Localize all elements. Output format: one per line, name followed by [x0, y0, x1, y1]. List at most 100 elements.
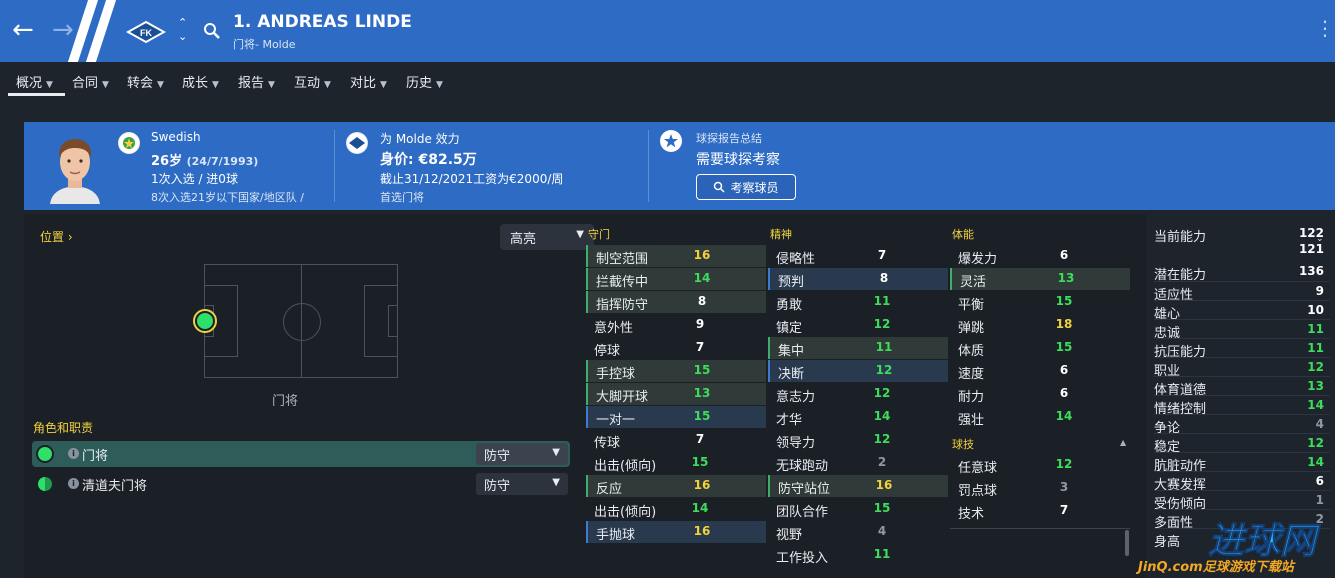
attribute-row[interactable]: 工作投入 11 — [768, 544, 948, 566]
back-arrow-icon[interactable]: ← — [12, 14, 34, 46]
attribute-row[interactable]: 制空范围 16 — [586, 245, 766, 267]
tab-overview[interactable]: 概况 ▼ — [16, 72, 53, 91]
attribute-value: 14 — [873, 409, 891, 423]
position-link[interactable]: 位置 › — [40, 228, 73, 245]
attribute-name: 大脚开球 — [596, 390, 649, 405]
attribute-value: 15 — [873, 501, 891, 515]
attribute-row[interactable]: 手控球 15 — [586, 360, 766, 382]
attribute-name: 灵活 — [960, 275, 987, 290]
attribute-row[interactable]: 意志力 12 — [768, 383, 948, 405]
attribute-row[interactable]: 集中 11 — [768, 337, 948, 359]
attribute-name: 出击(倾向) — [594, 459, 657, 474]
attribute-row[interactable]: 侵略性 7 — [768, 245, 948, 267]
attribute-row[interactable]: 耐力 6 — [950, 383, 1130, 405]
highlight-dropdown[interactable]: 高亮 ▼ — [500, 224, 594, 250]
plays-for-text: 为 Molde 效力 — [380, 132, 460, 146]
side-stat-row: 121 — [1154, 240, 1330, 259]
attribute-row[interactable]: 爆发力 6 — [950, 245, 1130, 267]
tab-history[interactable]: 历史 ▼ — [406, 72, 443, 91]
duty-dropdown[interactable]: 防守 ▼ — [476, 473, 568, 495]
search-icon[interactable] — [203, 22, 221, 40]
attribute-row[interactable]: 强壮 14 — [950, 406, 1130, 428]
pitch-role-label: 门将 — [272, 394, 299, 409]
attribute-name: 爆发力 — [958, 252, 998, 267]
mental-title: 精神 — [770, 228, 792, 241]
attribute-row[interactable]: 决断 12 — [768, 360, 948, 382]
duty-dropdown[interactable]: 防守 ▼ — [476, 443, 568, 465]
attribute-row[interactable]: 传球 7 — [586, 429, 766, 451]
player-avatar — [44, 130, 106, 204]
attribute-row[interactable]: 无球跑动 2 — [768, 452, 948, 474]
tab-contract[interactable]: 合同 ▼ — [72, 72, 109, 91]
attribute-row[interactable]: 手抛球 16 — [586, 521, 766, 543]
attribute-row[interactable]: 罚点球 3 — [950, 477, 1130, 499]
attribute-name: 防守站位 — [778, 482, 831, 497]
tab-development[interactable]: 成长 ▼ — [182, 72, 219, 91]
pitch-center-circle — [283, 303, 321, 341]
more-icon[interactable]: ⋮ — [1315, 16, 1335, 40]
forward-arrow-icon[interactable]: → — [52, 14, 74, 46]
side-stat-value: 136 — [1298, 264, 1324, 278]
position-marker[interactable] — [193, 309, 217, 333]
role-row-sweeper-keeper[interactable]: i 清道夫门将 防守 ▼ — [32, 471, 570, 497]
role-row-goalkeeper[interactable]: i 门将 防守 ▼ — [32, 441, 570, 467]
attribute-value: 15 — [693, 363, 711, 377]
attribute-name: 集中 — [778, 344, 805, 359]
pitch-diagram — [193, 264, 398, 378]
attribute-row[interactable]: 镇定 12 — [768, 314, 948, 336]
attribute-row[interactable]: 防守站位 16 — [768, 475, 948, 497]
role-name: 门将 — [82, 449, 109, 464]
attribute-row[interactable]: 出击(倾向) 14 — [586, 498, 766, 520]
club-logo-icon[interactable]: FK — [126, 20, 166, 44]
attribute-row[interactable]: 拦截传中 14 — [586, 268, 766, 290]
tab-compare[interactable]: 对比 ▼ — [350, 72, 387, 91]
attribute-value: 15 — [1055, 340, 1073, 354]
tab-transfer[interactable]: 转会 ▼ — [127, 72, 164, 91]
attribute-name: 弹跳 — [958, 321, 985, 336]
attribute-row[interactable]: 停球 7 — [586, 337, 766, 359]
attribute-row[interactable]: 反应 16 — [586, 475, 766, 497]
side-stat-row: 肮脏动作 14 — [1154, 452, 1330, 474]
side-stat-row: 抗压能力 11 — [1154, 338, 1330, 360]
attribute-value: 7 — [695, 432, 705, 446]
player-info-card: Swedish 26岁 (24/7/1993) 1次入选 / 进0球 8次入选2… — [24, 122, 1335, 210]
scrollbar-thumb[interactable] — [1125, 530, 1129, 556]
tab-interaction[interactable]: 互动 ▼ — [294, 72, 331, 91]
attribute-row[interactable]: 才华 14 — [768, 406, 948, 428]
chevron-down-icon[interactable]: ⌄ — [1316, 234, 1324, 244]
card-divider — [648, 130, 649, 202]
attribute-value: 7 — [1059, 503, 1069, 517]
info-icon[interactable]: i — [68, 448, 79, 459]
player-switch-arrows-icon[interactable]: ⌃ ⌄ — [178, 16, 187, 44]
attribute-row[interactable]: 领导力 12 — [768, 429, 948, 451]
attribute-row[interactable]: 平衡 15 — [950, 291, 1130, 313]
side-stat-value: 1 — [1315, 493, 1324, 507]
attribute-row[interactable]: 勇敢 11 — [768, 291, 948, 313]
attribute-row[interactable]: 预判 8 — [768, 268, 948, 290]
tab-reports[interactable]: 报告 ▼ — [238, 72, 275, 91]
attribute-row[interactable]: 指挥防守 8 — [586, 291, 766, 313]
attribute-row[interactable]: 体质 15 — [950, 337, 1130, 359]
collapse-arrow-icon[interactable]: ▲ — [1120, 438, 1126, 447]
attribute-row[interactable]: 灵活 13 — [950, 268, 1130, 290]
attribute-row[interactable]: 团队合作 15 — [768, 498, 948, 520]
youth-caps-text: 8次入选21岁以下国家/地区队 / — [151, 191, 304, 204]
attribute-value: 15 — [693, 409, 711, 423]
attribute-row[interactable]: 大脚开球 13 — [586, 383, 766, 405]
attribute-value: 14 — [691, 501, 709, 515]
physical-title: 体能 — [952, 228, 974, 241]
attribute-row[interactable]: 任意球 12 — [950, 454, 1130, 476]
scout-player-button[interactable]: 考察球员 — [696, 174, 796, 200]
attribute-row[interactable]: 视野 4 — [768, 521, 948, 543]
attribute-name: 领导力 — [776, 436, 816, 451]
info-icon[interactable]: i — [68, 478, 79, 489]
attribute-row[interactable]: 意外性 9 — [586, 314, 766, 336]
attribute-row[interactable]: 速度 6 — [950, 360, 1130, 382]
attribute-value: 6 — [1059, 386, 1069, 400]
attribute-row[interactable]: 一对一 15 — [586, 406, 766, 428]
attribute-value: 6 — [1059, 248, 1069, 262]
attribute-row[interactable]: 技术 7 — [950, 500, 1130, 522]
attribute-row[interactable]: 出击(倾向) 15 — [586, 452, 766, 474]
attribute-value: 11 — [873, 294, 891, 308]
attribute-row[interactable]: 弹跳 18 — [950, 314, 1130, 336]
